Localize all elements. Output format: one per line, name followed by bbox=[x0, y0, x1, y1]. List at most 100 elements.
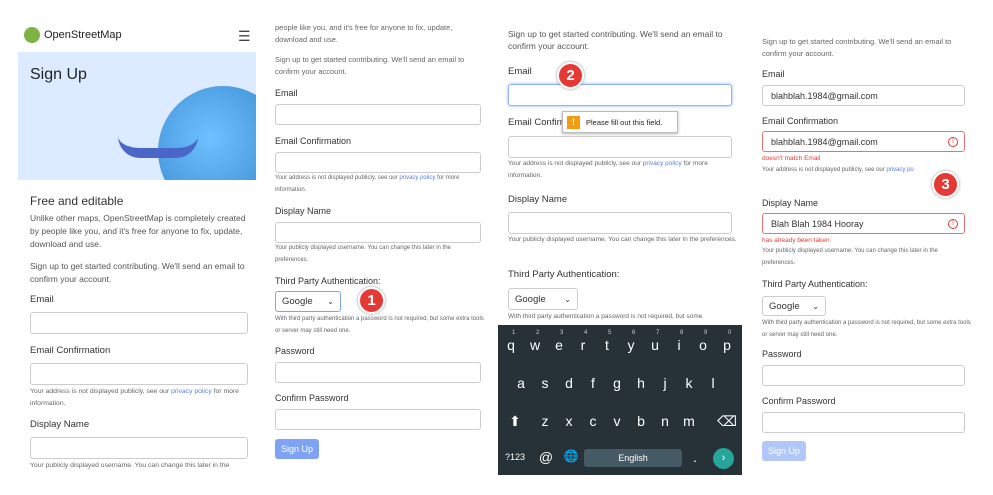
key-a[interactable]: a bbox=[510, 375, 532, 391]
confirm-password-field[interactable] bbox=[762, 412, 965, 433]
brand-name[interactable]: OpenStreetMap bbox=[44, 29, 122, 41]
display-name-label: Display Name bbox=[762, 198, 819, 208]
privacy-policy-link[interactable]: privacy policy bbox=[399, 175, 435, 181]
email-confirmation-value: blahblah.1984@gmail.com bbox=[771, 137, 878, 147]
error-icon: ! bbox=[948, 137, 958, 147]
key-hint-number: 9 bbox=[704, 330, 708, 336]
privacy-policy-link[interactable]: privacy po bbox=[886, 167, 913, 173]
key-p[interactable]: p bbox=[716, 337, 738, 353]
display-name-field[interactable]: Blah Blah 1984 Hooray! bbox=[762, 213, 965, 234]
key-v[interactable]: v bbox=[606, 413, 628, 429]
sign-up-button[interactable]: Sign Up bbox=[275, 439, 319, 459]
key-h[interactable]: h bbox=[630, 375, 652, 391]
email-label: Email bbox=[762, 69, 785, 79]
display-name-label: Display Name bbox=[508, 194, 568, 205]
globe-icon[interactable]: 🌐 bbox=[560, 449, 582, 463]
display-name-field[interactable] bbox=[275, 222, 481, 243]
email-confirmation-label: Email Confirm bbox=[508, 117, 568, 128]
panel-validation-errors: Sign up to get started contributing. We'… bbox=[752, 0, 974, 470]
key-w[interactable]: w bbox=[524, 337, 546, 353]
warning-icon: ! bbox=[567, 115, 580, 129]
key-k[interactable]: k bbox=[678, 375, 700, 391]
key-d[interactable]: d bbox=[558, 375, 580, 391]
key-q[interactable]: q bbox=[500, 337, 522, 353]
email-confirmation-field[interactable]: blahblah.1984@gmail.com! bbox=[762, 131, 965, 152]
key-hint-number: 6 bbox=[632, 330, 636, 336]
email-field[interactable]: blahblah.1984@gmail.com bbox=[762, 85, 965, 106]
backspace-icon[interactable]: ⌫ bbox=[716, 413, 738, 430]
key-r[interactable]: r bbox=[572, 337, 594, 353]
display-name-label: Display Name bbox=[275, 206, 332, 216]
key-e[interactable]: e bbox=[548, 337, 570, 353]
space-key[interactable]: English bbox=[584, 449, 682, 467]
privacy-policy-link[interactable]: privacy policy bbox=[171, 388, 212, 395]
period-key[interactable]: . bbox=[684, 449, 706, 465]
key-j[interactable]: j bbox=[654, 375, 676, 391]
key-l[interactable]: l bbox=[702, 375, 724, 391]
auth-provider-select[interactable]: Google ⌄ bbox=[762, 296, 826, 316]
email-confirmation-label: Email Confirmation bbox=[30, 345, 111, 356]
tooltip-text: Please fill out this field. bbox=[586, 117, 663, 127]
third-party-note: With third party authentication a passwo… bbox=[275, 316, 484, 334]
key-o[interactable]: o bbox=[692, 337, 714, 353]
chevron-down-icon: ⌄ bbox=[812, 301, 819, 311]
on-screen-keyboard: q1 w2 e3 r4 t5 y6 u7 i8 o9 p0 asdfghjkl zxcvbnm ⬆… bbox=[498, 325, 742, 475]
globe-illustration bbox=[158, 86, 256, 180]
signup-text: Sign up to get started contributing. We'… bbox=[762, 37, 952, 58]
password-label: Password bbox=[762, 349, 802, 359]
third-party-note: With third party authentication a passwo… bbox=[762, 320, 971, 338]
email-confirmation-field[interactable] bbox=[275, 152, 481, 173]
email-field[interactable] bbox=[30, 312, 248, 334]
at-key[interactable]: @ bbox=[535, 449, 557, 465]
confirm-password-field[interactable] bbox=[275, 409, 481, 430]
display-name-note: Your publicly displayed username. You ca… bbox=[30, 462, 230, 469]
key-u[interactable]: u bbox=[644, 337, 666, 353]
key-hint-number: 5 bbox=[608, 330, 612, 336]
privacy-policy-link[interactable]: privacy policy bbox=[643, 160, 682, 167]
address-note-text: Your address is not displayed publicly, … bbox=[508, 160, 643, 167]
display-name-field[interactable] bbox=[508, 212, 732, 234]
key-g[interactable]: g bbox=[606, 375, 628, 391]
email-field[interactable] bbox=[275, 104, 481, 125]
symbols-key[interactable]: ?123 bbox=[502, 452, 528, 462]
hero-banner: Sign Up bbox=[18, 52, 256, 180]
email-label: Email bbox=[30, 294, 54, 305]
email-mismatch-error: doesn't match Email bbox=[762, 155, 821, 162]
key-i[interactable]: i bbox=[668, 337, 690, 353]
key-c[interactable]: c bbox=[582, 413, 604, 429]
signup-text: Sign up to get started contributing. We'… bbox=[30, 261, 245, 284]
key-t[interactable]: t bbox=[596, 337, 618, 353]
key-n[interactable]: n bbox=[654, 413, 676, 429]
key-x[interactable]: x bbox=[558, 413, 580, 429]
auth-provider-value: Google bbox=[282, 296, 313, 307]
enter-icon[interactable]: › bbox=[713, 448, 734, 469]
panel-form-scrolled: people like you, and it's free for anyon… bbox=[262, 0, 488, 470]
key-f[interactable]: f bbox=[582, 375, 604, 391]
menu-icon[interactable]: ☰ bbox=[238, 28, 251, 45]
password-field[interactable] bbox=[762, 365, 965, 386]
key-hint-number: 7 bbox=[656, 330, 660, 336]
key-s[interactable]: s bbox=[534, 375, 556, 391]
auth-provider-value: Google bbox=[515, 293, 546, 305]
key-m[interactable]: m bbox=[678, 413, 700, 429]
key-b[interactable]: b bbox=[630, 413, 652, 429]
password-field[interactable] bbox=[275, 362, 481, 383]
step-badge-2: 2 bbox=[557, 62, 584, 89]
sign-up-button[interactable]: Sign Up bbox=[762, 441, 806, 461]
email-confirmation-field[interactable] bbox=[508, 136, 732, 158]
email-confirmation-field[interactable] bbox=[30, 363, 248, 385]
auth-provider-select[interactable]: Google ⌄ bbox=[275, 291, 341, 312]
intro-text: Unlike other maps, OpenStreetMap is comp… bbox=[30, 213, 246, 249]
shift-icon[interactable]: ⬆ bbox=[504, 413, 526, 430]
error-icon: ! bbox=[948, 219, 958, 229]
third-party-note: With third party authentication a passwo… bbox=[508, 313, 703, 320]
email-confirmation-label: Email Confirmation bbox=[275, 136, 352, 146]
address-note-text: Your address is not displayed publicly, … bbox=[275, 175, 400, 181]
key-hint-number: 3 bbox=[560, 330, 564, 336]
key-y[interactable]: y bbox=[620, 337, 642, 353]
key-z[interactable]: z bbox=[534, 413, 556, 429]
display-name-field[interactable] bbox=[30, 437, 248, 459]
email-field[interactable] bbox=[508, 84, 732, 106]
auth-provider-select[interactable]: Google ⌄ bbox=[508, 288, 578, 310]
email-label: Email bbox=[275, 88, 298, 98]
